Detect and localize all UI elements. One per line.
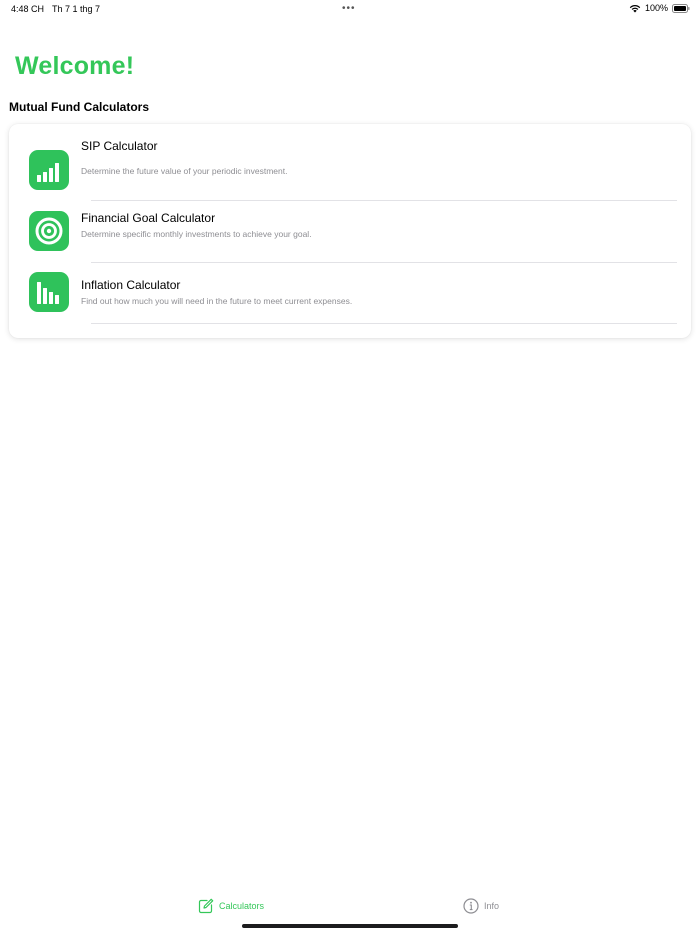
battery-icon [672, 3, 690, 13]
row-description: Determine specific monthly investments t… [81, 229, 312, 239]
info-icon [463, 898, 479, 914]
row-description: Find out how much you will need in the f… [81, 296, 353, 306]
calculators-list: SIP Calculator Determine the future valu… [9, 124, 691, 338]
list-item-financial-goal-calculator[interactable]: Financial Goal Calculator Determine spec… [9, 201, 691, 263]
bar-chart-rising-icon [29, 150, 69, 190]
tab-label: Info [484, 901, 500, 911]
screen: 4:48 CH Th 7 1 thg 7 ••• 100% Welcome! M… [0, 0, 700, 934]
tab-calculators[interactable]: Calculators [198, 898, 264, 914]
status-time: 4:48 CH [11, 4, 45, 14]
battery-percent: 100% [644, 3, 668, 13]
row-title: Financial Goal Calculator [81, 211, 216, 225]
status-right: 100% [629, 3, 690, 13]
section-header: Mutual Fund Calculators [9, 100, 150, 114]
bar-chart-falling-icon [29, 272, 69, 312]
list-item-inflation-calculator[interactable]: Inflation Calculator Find out how much y… [9, 262, 691, 324]
wifi-icon [629, 4, 641, 12]
edit-icon [198, 898, 214, 914]
target-icon [29, 211, 69, 251]
row-description: Determine the future value of your perio… [81, 166, 288, 176]
tab-info[interactable]: Info [463, 898, 499, 914]
home-indicator[interactable] [242, 924, 458, 928]
row-title: SIP Calculator [81, 139, 158, 153]
status-date: Th 7 1 thg 7 [52, 4, 101, 14]
row-title: Inflation Calculator [81, 278, 181, 292]
page-title: Welcome! [15, 52, 135, 80]
divider [91, 323, 677, 324]
tab-label: Calculators [219, 901, 265, 911]
list-item-sip-calculator[interactable]: SIP Calculator Determine the future valu… [9, 124, 691, 201]
multitasking-dots[interactable]: ••• [342, 3, 356, 14]
status-bar: 4:48 CH Th 7 1 thg 7 ••• 100% [0, 0, 700, 18]
tab-bar: Calculators Info [0, 894, 700, 934]
